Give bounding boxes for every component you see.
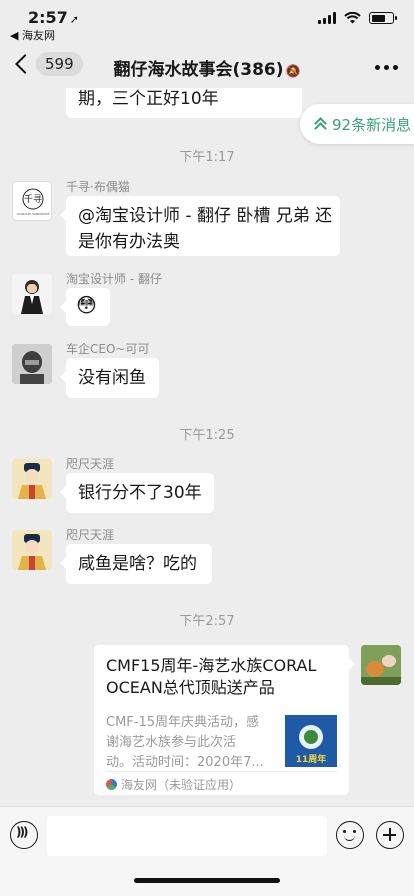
status-icons bbox=[318, 12, 397, 24]
timestamp: 下午1:25 bbox=[179, 428, 235, 443]
message-line: 是你有办法奥 bbox=[78, 232, 180, 252]
avatar[interactable] bbox=[12, 530, 52, 570]
cellular-signal-icon bbox=[318, 12, 336, 24]
avatar-logo-text: 千寻 bbox=[24, 195, 43, 205]
avatar[interactable]: 千寻 QIANXUN HANDMADE bbox=[12, 181, 52, 221]
avatar[interactable] bbox=[12, 344, 52, 384]
sender-name: 咫尺天涯 bbox=[66, 528, 115, 542]
link-desc-line: 谢海艺水族参与此次活 bbox=[106, 735, 237, 750]
message-bubble[interactable]: 期，三个正好10年 bbox=[66, 88, 302, 118]
avatar-logo-caption: QIANXUN HANDMADE bbox=[16, 212, 50, 216]
location-arrow-icon: ➚ bbox=[69, 13, 80, 26]
shared-link-card[interactable]: CMF15周年-海艺水族CORAL OCEAN总代顶贴送产品 CMF-15周年庆… bbox=[94, 645, 355, 795]
link-source-label: 海友网（未验证应用） bbox=[121, 778, 242, 792]
link-thumbnail: 11周年 bbox=[285, 715, 337, 767]
back-to-app-link[interactable]: ◀ 海友网 bbox=[10, 27, 55, 43]
message-list[interactable]: 期，三个正好10年 92条新消息 下午1:17 千寻 QIANXUN HANDM… bbox=[0, 88, 414, 806]
link-description: CMF-15周年庆典活动，感 谢海艺水族参与此次活 动。活动时间：2020年7.… bbox=[106, 713, 278, 773]
link-title: CMF15周年-海艺水族CORAL OCEAN总代顶贴送产品 bbox=[106, 655, 337, 699]
new-messages-label: 92条新消息 bbox=[332, 115, 412, 134]
chat-header: 599 翻仔海水故事会(386) 🔕 bbox=[0, 44, 414, 88]
more-actions-button[interactable] bbox=[376, 821, 404, 849]
status-bar: 2:57 ➚ ◀ 海友网 bbox=[0, 0, 414, 44]
home-indicator[interactable] bbox=[134, 878, 280, 883]
new-messages-button[interactable]: 92条新消息 bbox=[300, 104, 414, 144]
timestamp: 下午1:17 bbox=[179, 150, 235, 165]
message-bubble[interactable]: @淘宝设计师 - 翻仔 卧槽 兄弟 还 是你有办法奥 bbox=[60, 196, 340, 256]
thumbnail-text: 11周年 bbox=[295, 755, 327, 765]
timestamp: 下午2:57 bbox=[179, 614, 235, 629]
mute-bell-icon: 🔕 bbox=[285, 64, 301, 78]
message-bubble[interactable]: 没有闲鱼 bbox=[60, 358, 159, 398]
link-desc-line: 动。活动时间：2020年7... bbox=[106, 755, 264, 770]
sender-name: 淘宝设计师 - 翻仔 bbox=[66, 272, 162, 286]
link-source: 海友网（未验证应用） bbox=[106, 771, 337, 793]
link-title-line: OCEAN总代顶贴送产品 bbox=[106, 678, 275, 697]
voice-input-button[interactable] bbox=[10, 821, 38, 849]
link-desc-line: CMF-15周年庆典活动，感 bbox=[106, 715, 260, 730]
mini-program-logo-icon bbox=[106, 779, 117, 790]
avatar[interactable] bbox=[12, 459, 52, 499]
message-bubble[interactable]: 😳 bbox=[60, 288, 110, 326]
message-bubble[interactable]: 银行分不了30年 bbox=[60, 473, 214, 513]
status-time: 2:57 ➚ bbox=[28, 8, 80, 27]
double-chevron-up-icon bbox=[314, 117, 326, 131]
emoji-button[interactable] bbox=[336, 821, 364, 849]
chat-title: 翻仔海水故事会(386) 🔕 bbox=[113, 60, 301, 80]
sender-name: 咫尺天涯 bbox=[66, 457, 115, 471]
more-options-button[interactable] bbox=[375, 65, 398, 70]
message-bubble[interactable]: 咸鱼是啥？吃的 bbox=[60, 544, 212, 584]
my-avatar[interactable] bbox=[361, 645, 401, 685]
wifi-icon bbox=[344, 12, 361, 24]
message-input[interactable] bbox=[47, 816, 327, 856]
sender-name: 千寻·布偶猫 bbox=[66, 180, 130, 194]
message-line: @淘宝设计师 - 翻仔 卧槽 兄弟 还 bbox=[78, 206, 333, 226]
sender-name: 车企CEO~可可 bbox=[66, 342, 150, 356]
battery-icon bbox=[369, 12, 397, 24]
avatar[interactable] bbox=[12, 274, 52, 314]
link-title-line: CMF15周年-海艺水族CORAL bbox=[106, 656, 317, 675]
